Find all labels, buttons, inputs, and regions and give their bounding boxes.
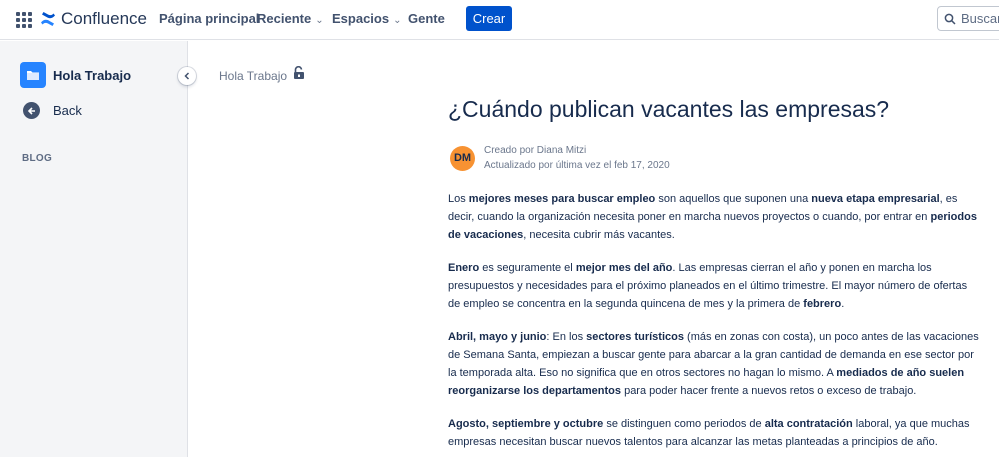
nav-spaces-label: Espacios bbox=[332, 11, 390, 26]
byline: DM Creado por Diana Mitzi Actualizado po… bbox=[450, 143, 670, 173]
text-run: , necesita cubrir más vacantes. bbox=[523, 229, 675, 241]
text-run: . bbox=[841, 298, 845, 310]
page-body: Los mejores meses para buscar empleo son… bbox=[448, 190, 980, 466]
created-by: Creado por Diana Mitzi bbox=[484, 145, 587, 156]
bold-text: Enero bbox=[448, 262, 480, 274]
nav-people[interactable]: Gente bbox=[408, 11, 445, 26]
nav-home[interactable]: Página principal bbox=[159, 11, 259, 26]
back-label: Back bbox=[53, 103, 82, 118]
body-paragraph: Los mejores meses para buscar empleo son… bbox=[448, 190, 980, 244]
bold-text: Abril, mayo y junio bbox=[448, 331, 547, 343]
bold-text: mejores meses para buscar empleo bbox=[468, 193, 656, 205]
app-name: Confluence bbox=[61, 9, 148, 28]
text-run: son aquellos que suponen una bbox=[655, 193, 812, 205]
breadcrumb[interactable]: Hola Trabajo bbox=[219, 69, 287, 83]
bold-text: alta contratación bbox=[764, 418, 853, 430]
create-button[interactable]: Crear bbox=[466, 6, 512, 31]
confluence-logo-icon bbox=[41, 12, 55, 26]
search-placeholder: Buscar bbox=[961, 11, 999, 26]
collapse-sidebar-button[interactable] bbox=[178, 67, 196, 85]
text-run: se distinguen como periodos de bbox=[603, 418, 765, 430]
chevron-down-icon: ⌄ bbox=[315, 15, 324, 26]
app-switcher-icon[interactable] bbox=[16, 12, 32, 28]
top-navigation: Confluence Página principal Reciente ⌄ Es… bbox=[0, 0, 999, 40]
back-arrow-icon bbox=[23, 102, 40, 119]
bold-text: Agosto, septiembre y octubre bbox=[448, 418, 604, 430]
unlock-icon[interactable] bbox=[292, 65, 306, 85]
bold-text: nueva etapa empresarial bbox=[811, 193, 940, 205]
text-run: Los bbox=[448, 193, 469, 205]
folder-icon bbox=[20, 62, 46, 88]
bold-text: sectores turísticos bbox=[586, 331, 684, 343]
space-name: Hola Trabajo bbox=[53, 67, 132, 83]
body-paragraph: Agosto, septiembre y octubre se distingu… bbox=[448, 415, 980, 451]
nav-recent-label: Reciente bbox=[257, 11, 312, 26]
back-link[interactable]: Back bbox=[23, 102, 82, 119]
chevron-left-icon bbox=[184, 72, 190, 80]
avatar[interactable]: DM bbox=[450, 145, 475, 171]
text-run: : En los bbox=[546, 331, 587, 343]
page-meta: Creado por Diana Mitzi Actualizado por ú… bbox=[484, 143, 670, 173]
body-paragraph: Abril, mayo y junio: En los sectores tur… bbox=[448, 328, 980, 400]
nav-spaces[interactable]: Espacios ⌄ bbox=[332, 11, 401, 26]
sidebar: Hola Trabajo Back BLOG bbox=[0, 41, 188, 457]
search-icon bbox=[944, 13, 956, 25]
body-paragraph: Enero es seguramente el mejor mes del añ… bbox=[448, 259, 980, 313]
search-input[interactable]: Buscar bbox=[937, 6, 999, 31]
blog-section-heading: BLOG bbox=[22, 153, 53, 164]
space-link[interactable]: Hola Trabajo bbox=[20, 62, 131, 88]
bold-text: febrero bbox=[803, 298, 842, 310]
nav-recent[interactable]: Reciente ⌄ bbox=[257, 11, 324, 26]
bold-text: mejor mes del año bbox=[575, 262, 673, 274]
text-run: para poder hacer frente a nuevos retos o… bbox=[621, 385, 917, 397]
confluence-logo[interactable]: Confluence bbox=[40, 9, 147, 29]
text-run: es seguramente el bbox=[479, 262, 576, 274]
page-title: ¿Cuándo publican vacantes las empresas? bbox=[448, 96, 890, 122]
chevron-down-icon: ⌄ bbox=[393, 15, 402, 26]
last-updated: Actualizado por última vez el feb 17, 20… bbox=[484, 160, 670, 171]
